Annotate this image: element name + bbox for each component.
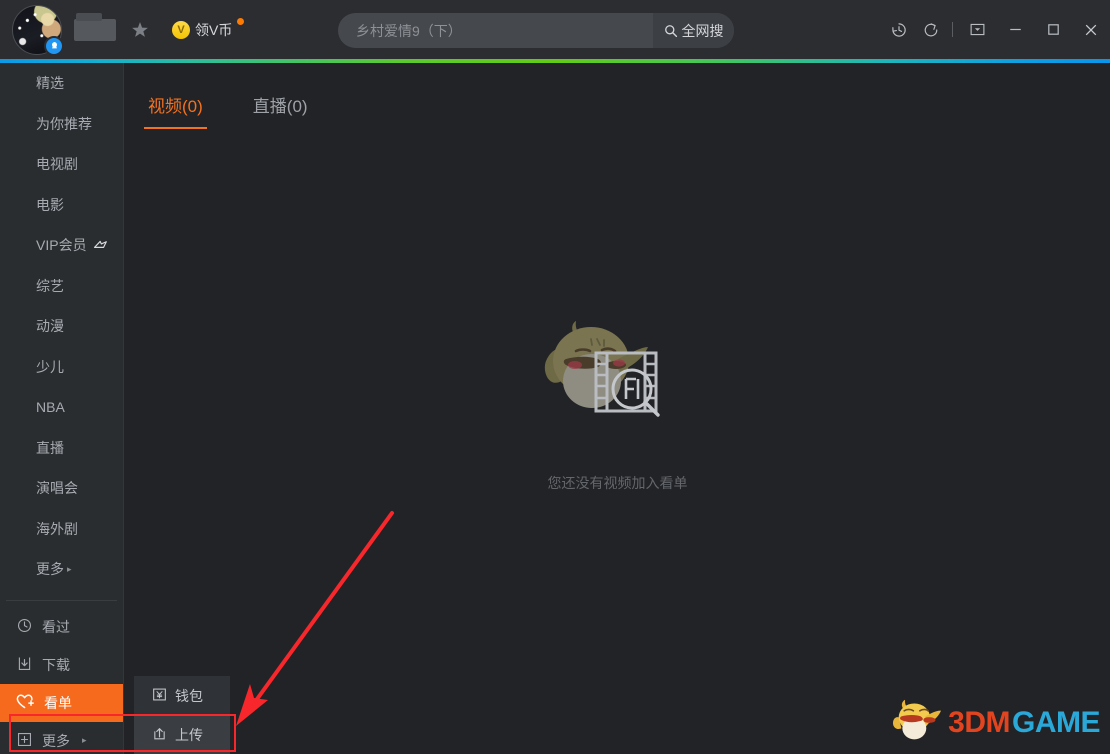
sidebar-item-haiwaiju[interactable]: 海外剧: [0, 509, 123, 550]
title-bar: V 领V币 全网搜: [0, 0, 1110, 59]
download-icon: [16, 655, 33, 675]
sidebar-item-kanguo[interactable]: 看过: [0, 608, 123, 646]
sidebar-item-label: 精选: [36, 75, 64, 92]
sidebar-item-label: 看过: [42, 618, 70, 635]
search-icon: [664, 24, 677, 37]
empty-state: 您还没有视频加入看单: [125, 303, 1110, 493]
maximize-icon[interactable]: [1034, 0, 1072, 59]
sidebar-item-vip[interactable]: VIP会员: [0, 225, 123, 266]
tab-live[interactable]: 直播(0): [249, 92, 312, 129]
sidebar-item-label: NBA: [36, 399, 65, 416]
vcoin-button[interactable]: V 领V币: [172, 17, 245, 40]
sidebar-item-label: 更多: [42, 732, 70, 749]
heart-plus-icon: [16, 692, 35, 714]
sidebar-item-zhibo[interactable]: 直播: [0, 428, 123, 469]
sidebar-item-label: 电视剧: [36, 156, 78, 173]
tray-icon[interactable]: [958, 0, 996, 59]
sidebar-item-dianshiju[interactable]: 电视剧: [0, 144, 123, 185]
sidebar-item-label: VIP会员: [36, 237, 87, 254]
username-redacted: [74, 12, 116, 41]
sidebar-item-yanchanghui[interactable]: 演唱会: [0, 468, 123, 509]
sidebar-item-shaoer[interactable]: 少儿: [0, 347, 123, 388]
sidebar-divider: [6, 599, 117, 601]
minimize-icon[interactable]: [996, 0, 1034, 59]
yellow-bird-icon: [890, 697, 946, 748]
sidebar-item-nba[interactable]: NBA: [0, 387, 123, 428]
main-content: 视频(0) 直播(0) 您还没有视频加入看单: [125, 63, 1110, 754]
watermark-text-primary: 3DM: [948, 705, 1010, 739]
flyout-item-label: 钱包: [175, 687, 203, 704]
sidebar-item-label: 直播: [36, 439, 64, 456]
vcoin-symbol: V: [172, 20, 190, 39]
flyout-item-shangchuan[interactable]: 上传: [134, 715, 230, 754]
close-icon[interactable]: [1072, 0, 1110, 59]
history-clock-icon: [16, 617, 33, 637]
sidebar-item-label: 为你推荐: [36, 115, 92, 132]
flyout-item-label: 上传: [175, 726, 203, 743]
sidebar-item-label: 综艺: [36, 277, 64, 294]
star-icon[interactable]: [130, 20, 150, 40]
crown-icon: [51, 42, 57, 49]
empty-state-text: 您还没有视频加入看单: [547, 475, 688, 491]
sidebar-item-weinituijian[interactable]: 为你推荐: [0, 104, 123, 145]
search-bar: 全网搜: [338, 13, 734, 48]
content-tabs: 视频(0) 直播(0): [125, 63, 1110, 129]
controls-divider: [952, 22, 953, 37]
sidebar-item-label: 动漫: [36, 318, 64, 335]
sidebar-item-dongman[interactable]: 动漫: [0, 306, 123, 347]
avatar-status-badge: [44, 35, 64, 56]
tab-label: 视频(0): [148, 97, 203, 116]
sidebar-item-xiazai[interactable]: 下载: [0, 646, 123, 684]
sidebar-item-label: 海外剧: [36, 520, 78, 537]
watermark-text-secondary: GAME: [1012, 705, 1101, 739]
chevron-right-icon: ▸: [82, 735, 87, 745]
avatar[interactable]: [12, 4, 64, 56]
tab-video[interactable]: 视频(0): [144, 92, 207, 129]
sidebar-item-label: 下载: [42, 656, 70, 673]
sidebar: 精选 为你推荐 电视剧 电影 VIP会员 综艺 动漫 少儿 NBA 直播 演唱会…: [0, 63, 124, 754]
sidebar-item-jingxuan[interactable]: 精选: [0, 63, 123, 104]
flyout-item-qianbao[interactable]: 钱包: [134, 676, 230, 715]
refresh-icon[interactable]: [915, 0, 947, 59]
sidebar-item-gengduo[interactable]: 更多 ▸: [0, 722, 123, 754]
duck-filmstrip-search-icon: [518, 303, 718, 443]
app-window: V 领V币 全网搜: [0, 0, 1110, 754]
history-icon[interactable]: [883, 0, 915, 59]
sidebar-item-label: 更多: [36, 561, 64, 578]
sidebar-item-label: 电影: [36, 196, 64, 213]
sidebar-item-label: 看单: [44, 694, 72, 711]
global-search-button[interactable]: 全网搜: [653, 13, 734, 48]
vcoin-notification-dot: [237, 17, 245, 25]
sidebar-item-label: 演唱会: [36, 480, 78, 497]
vip-crown-icon: [92, 237, 109, 254]
sidebar-item-zongyi[interactable]: 综艺: [0, 266, 123, 307]
search-input[interactable]: [338, 13, 653, 48]
global-search-label: 全网搜: [681, 22, 724, 39]
window-controls: [883, 0, 1110, 59]
wallet-icon: [152, 687, 167, 705]
sidebar-item-kandan[interactable]: 看单: [0, 683, 123, 722]
watermark: 3DM GAME: [890, 697, 1101, 748]
vcoin-label: 领V币: [195, 21, 233, 38]
sidebar-item-label: 少儿: [36, 358, 64, 375]
more-flyout-menu: 钱包 上传: [134, 676, 230, 754]
chevron-right-icon: ▸: [67, 563, 72, 574]
upload-icon: [152, 726, 167, 744]
tab-label: 直播(0): [252, 97, 308, 116]
sidebar-item-dianying[interactable]: 电影: [0, 185, 123, 226]
sidebar-item-gengduo-top[interactable]: 更多 ▸: [0, 549, 123, 590]
plus-box-icon: [16, 731, 33, 751]
